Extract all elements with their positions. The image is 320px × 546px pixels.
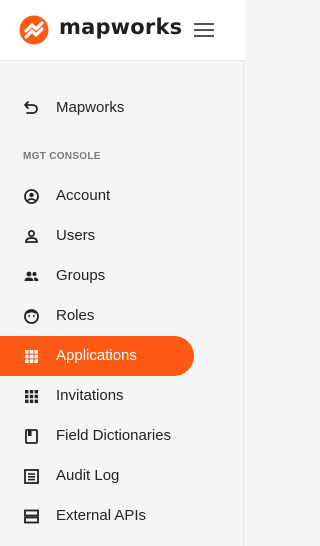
sidebar-item-groups[interactable]: Groups	[0, 256, 194, 296]
user-icon	[25, 230, 38, 243]
sidebar-item-invitations[interactable]: Invitations	[0, 376, 194, 416]
book-icon	[25, 429, 38, 444]
sidebar-item-label: Applications	[56, 347, 137, 364]
group-icon	[24, 271, 39, 281]
sidebar-divider	[243, 61, 244, 546]
roles-face-icon	[24, 309, 39, 324]
brand-name: mapworks	[59, 15, 183, 39]
mapworks-logo-icon[interactable]	[19, 15, 49, 45]
sidebar-item-applications[interactable]: Applications	[0, 336, 194, 376]
list-icon	[24, 469, 39, 484]
account-circle-icon	[24, 189, 39, 204]
menu-icon[interactable]	[194, 23, 216, 41]
sidebar-item-label: Groups	[56, 267, 106, 284]
grid-icon	[25, 350, 38, 363]
sidebar-item-external-apis[interactable]: External APIs	[0, 496, 194, 536]
section-heading: MGT CONSOLE	[23, 151, 101, 162]
sidebar-item-label: Audit Log	[56, 467, 120, 484]
server-icon	[24, 509, 39, 524]
sidebar-item-label: Invitations	[56, 387, 124, 404]
sidebar-item-label: Users	[56, 227, 96, 244]
back-link-label: Mapworks	[56, 99, 125, 116]
sidebar-item-label: Account	[56, 187, 111, 204]
sidebar-item-roles[interactable]: Roles	[0, 296, 194, 336]
sidebar-item-field-dictionaries[interactable]: Field Dictionaries	[0, 416, 194, 456]
sidebar-item-label: Field Dictionaries	[56, 427, 172, 444]
app-header: mapworks	[0, 0, 245, 61]
dot-grid-icon	[25, 390, 38, 403]
back-to-mapworks-link[interactable]: Mapworks	[0, 88, 194, 128]
sidebar-item-label: Roles	[56, 307, 95, 324]
sidebar-item-account[interactable]: Account	[0, 176, 194, 216]
sidebar-item-users[interactable]: Users	[0, 216, 194, 256]
sidebar-item-label: External APIs	[56, 507, 147, 524]
back-arrow-icon	[24, 101, 38, 114]
sidebar-item-audit-log[interactable]: Audit Log	[0, 456, 194, 496]
